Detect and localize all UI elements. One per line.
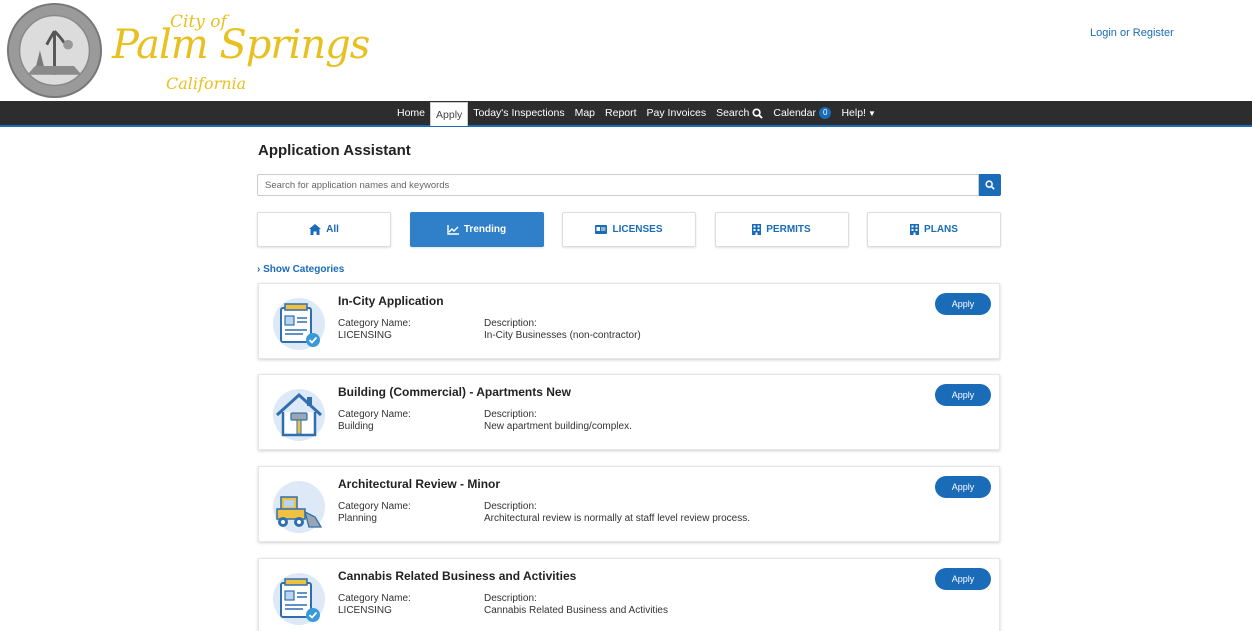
filter-plans-button[interactable]: PLANS (867, 212, 1001, 247)
nav-inspections-label: Today's Inspections (473, 107, 565, 119)
filter-trending-button[interactable]: Trending (409, 212, 544, 247)
category-label: Category Name: (338, 501, 411, 512)
filter-permits-label: PERMITS (766, 224, 811, 235)
chart-line-icon (447, 224, 459, 235)
chevron-right-icon: › (257, 264, 261, 275)
search-icon (985, 180, 995, 190)
application-card[interactable]: Cannabis Related Business and Activities… (258, 558, 1000, 631)
nav-apply-label: Apply (436, 108, 463, 121)
description-value: Architectural review is normally at staf… (484, 513, 751, 524)
bulldozer-icon (273, 481, 325, 533)
nav-report-label: Report (605, 107, 637, 119)
login-register-link[interactable]: Login or Register (1090, 27, 1174, 39)
building-icon (910, 224, 920, 235)
nav-home[interactable]: Home (392, 101, 430, 125)
nav-pay-label: Pay Invoices (646, 107, 707, 119)
category-filters: All Trending LICENSES PERMITS PLANS (257, 212, 1001, 247)
description-label: Description: (484, 409, 537, 420)
category-label: Category Name: (338, 593, 411, 604)
category-label: Category Name: (338, 409, 411, 420)
card-title: In-City Application (338, 294, 444, 308)
main-navbar: Home Apply Today's Inspections Map Repor… (0, 101, 1252, 127)
application-card[interactable]: Architectural Review - Minor Category Na… (258, 466, 1000, 542)
logo-main-text: Palm Springs (112, 22, 370, 68)
nav-calendar-label: Calendar (773, 107, 816, 119)
license-document-icon (273, 573, 325, 625)
nav-search-label: Search (716, 107, 750, 119)
show-categories-link[interactable]: › Show Categories (257, 264, 344, 275)
card-title: Cannabis Related Business and Activities (338, 569, 577, 583)
description-value: Cannabis Related Business and Activities (484, 605, 668, 616)
category-label: Category Name: (338, 318, 411, 329)
filter-all-label: All (326, 224, 339, 235)
nav-items: Home Apply Today's Inspections Map Repor… (392, 101, 881, 126)
search-icon (752, 107, 764, 119)
search-button[interactable] (979, 174, 1001, 196)
nav-todays-inspections[interactable]: Today's Inspections (468, 101, 569, 125)
application-card[interactable]: Building (Commercial) - Apartments New C… (258, 374, 1000, 450)
apply-button[interactable]: Apply (935, 476, 991, 498)
apply-button[interactable]: Apply (935, 293, 991, 315)
application-card[interactable]: In-City Application Category Name: LICEN… (258, 283, 1000, 359)
category-value: LICENSING (338, 330, 392, 341)
filter-licenses-label: LICENSES (612, 224, 663, 235)
description-value: New apartment building/complex. (484, 421, 632, 432)
card-title: Building (Commercial) - Apartments New (338, 385, 571, 399)
id-card-icon (595, 225, 608, 234)
category-value: Building (338, 421, 374, 432)
city-seal-logo[interactable] (6, 2, 103, 99)
calendar-count-badge: 0 (818, 107, 832, 119)
search-bar (257, 174, 1001, 196)
nav-pay-invoices[interactable]: Pay Invoices (642, 101, 712, 125)
building-icon (752, 224, 762, 235)
category-value: LICENSING (338, 605, 392, 616)
license-document-icon (273, 298, 325, 350)
description-value: In-City Businesses (non-contractor) (484, 330, 641, 341)
description-label: Description: (484, 501, 537, 512)
description-label: Description: (484, 318, 537, 329)
show-categories-label: Show Categories (263, 264, 345, 275)
nav-map-label: Map (574, 107, 596, 119)
search-input[interactable] (257, 174, 979, 196)
category-value: Planning (338, 513, 377, 524)
nav-report[interactable]: Report (600, 101, 642, 125)
apply-button[interactable]: Apply (935, 568, 991, 590)
caret-down-icon: ▼ (867, 108, 876, 118)
logo-state-text: California (166, 74, 247, 93)
description-label: Description: (484, 593, 537, 604)
filter-all-button[interactable]: All (257, 212, 391, 247)
page-title: Application Assistant (258, 142, 411, 159)
nav-calendar[interactable]: Calendar 0 (768, 101, 836, 125)
apply-button[interactable]: Apply (935, 384, 991, 406)
nav-help-label: Help! (841, 107, 866, 119)
nav-home-label: Home (397, 107, 426, 119)
nav-help[interactable]: Help! ▼ (836, 101, 880, 125)
header: City of Palm Springs California Login or… (0, 0, 1252, 101)
filter-permits-button[interactable]: PERMITS (714, 212, 849, 247)
home-icon (309, 224, 322, 235)
filter-trending-label: Trending (463, 224, 507, 235)
filter-licenses-button[interactable]: LICENSES (562, 212, 696, 247)
nav-search[interactable]: Search (711, 101, 768, 125)
card-title: Architectural Review - Minor (338, 477, 501, 491)
nav-map[interactable]: Map (570, 101, 600, 125)
filter-plans-label: PLANS (924, 224, 958, 235)
house-hammer-icon (273, 389, 325, 441)
nav-apply[interactable]: Apply (430, 102, 469, 126)
